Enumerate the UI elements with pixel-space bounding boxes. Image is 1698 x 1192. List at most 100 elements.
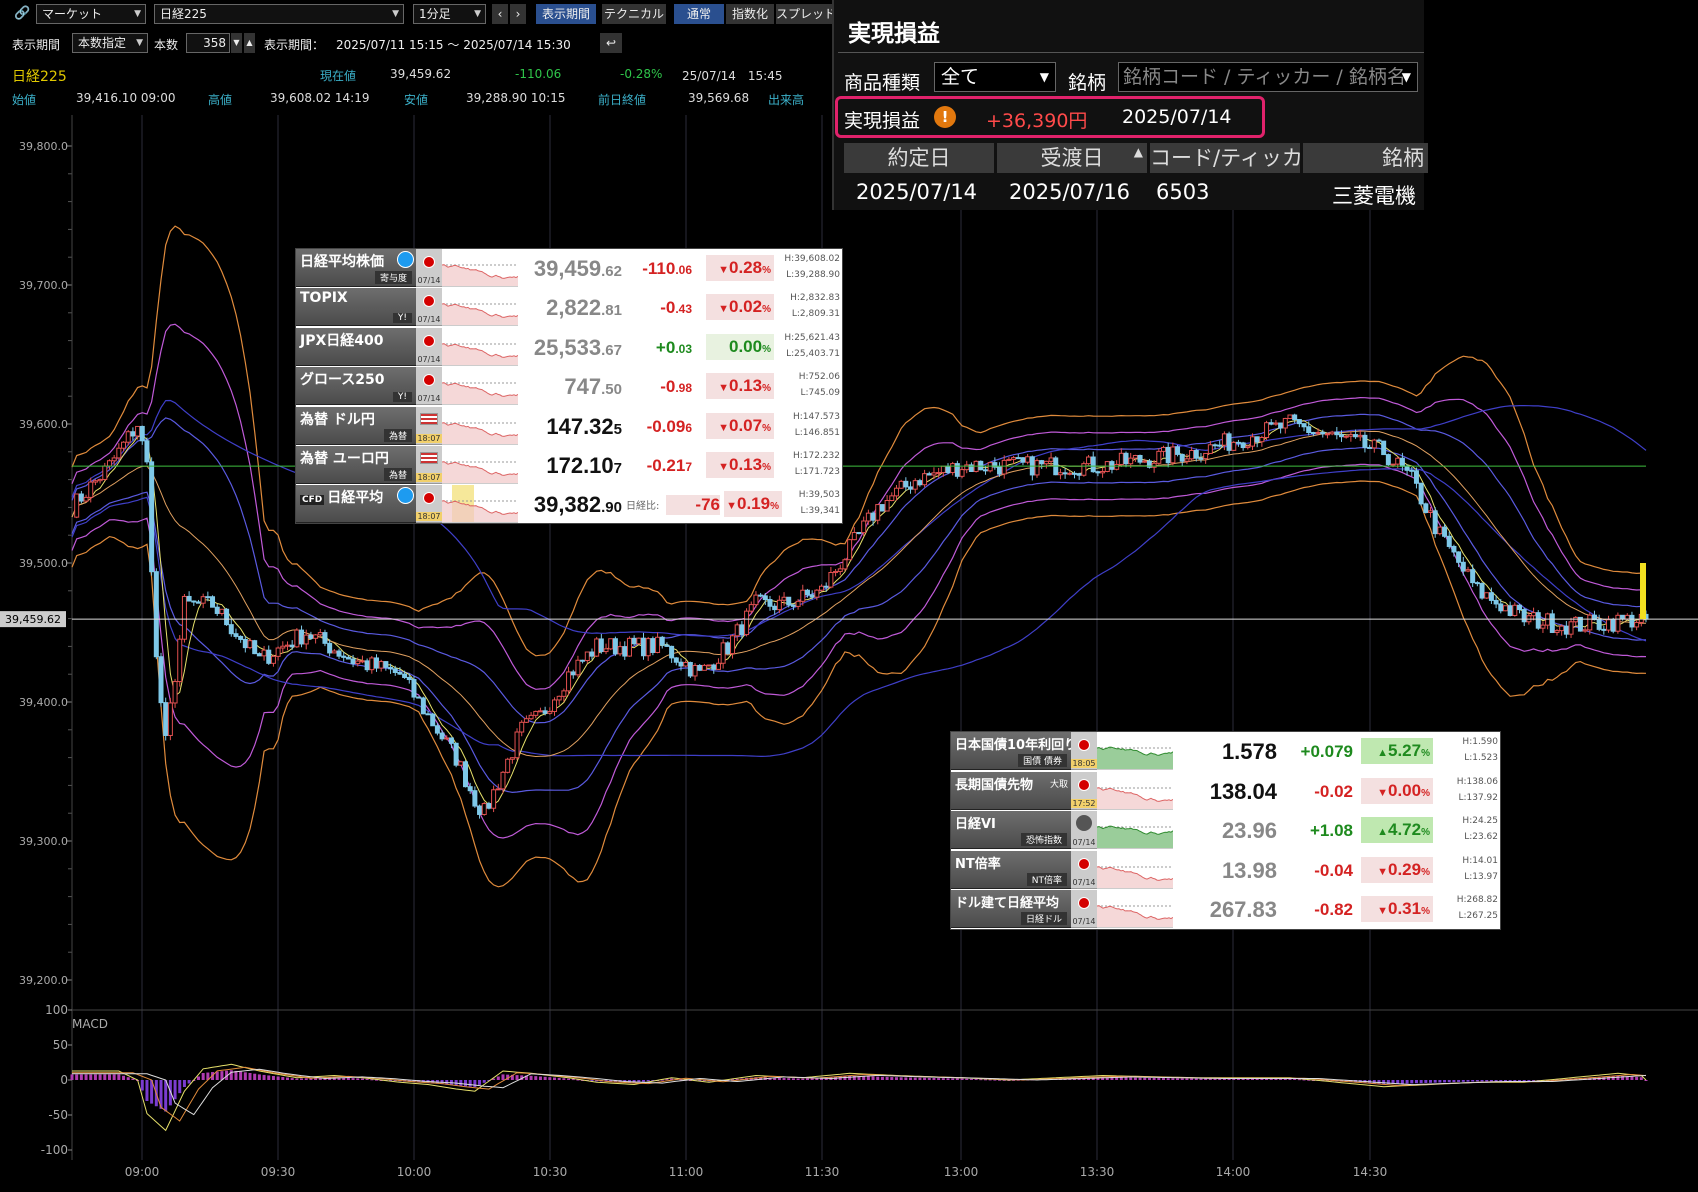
index-button[interactable]: 指数化 — [726, 4, 774, 24]
candle-body — [552, 699, 558, 713]
price-decimal: 5 — [613, 420, 622, 438]
price-chart[interactable]: 39,800.0 39,700.0 39,600.0 39,500.0 39,400.0… — [0, 110, 1698, 1192]
next-button[interactable]: › — [510, 4, 526, 24]
quote-name-cell[interactable]: 日本国債10年利回り 国債 債券 — [951, 732, 1077, 770]
candle-body — [931, 472, 937, 476]
quote-row[interactable]: 長期国債先物 大取 17:52 138.04 -0.02 ▼0.00% H:138.06 L:… — [951, 771, 1502, 810]
candle-body — [626, 637, 632, 657]
quote-source-tag[interactable]: 日経ドル — [1020, 912, 1067, 926]
pct-unit: % — [1421, 827, 1430, 839]
spread-button[interactable]: スプレッド — [776, 4, 832, 24]
quote-source-tag[interactable]: NT倍率 — [1026, 872, 1067, 886]
issue-search-input[interactable]: 銘柄コード / ティッカー / 銘柄名 ▼ — [1118, 62, 1418, 92]
quote-name-cell[interactable]: TOPIX Y! — [296, 288, 416, 327]
quote-row[interactable]: 日経平均株価 寄与度 07/14 39,459.62 -110.06 ▼0.28% H:39… — [296, 249, 844, 287]
quote-source-tag[interactable]: Y! — [392, 313, 412, 324]
candle-body — [191, 600, 197, 603]
flag-cell: 07/14 — [1071, 890, 1097, 929]
quote-name-cell[interactable]: 日経VI 恐怖指数 — [951, 811, 1071, 850]
quote-row[interactable]: 日経VI 恐怖指数 07/14 23.96 +1.08 ▲4.72% H:24.25 L:23… — [951, 811, 1502, 850]
macd-histogram-bar — [276, 1076, 280, 1080]
quote-name-cell[interactable]: グロース250 Y! — [296, 367, 416, 406]
macd-histogram-bar — [75, 1074, 79, 1080]
candle-body — [322, 632, 328, 644]
link-icon[interactable]: 🔗 — [14, 6, 30, 21]
candle-body — [945, 465, 951, 474]
quote-source-tag[interactable]: 寄与度 — [374, 271, 412, 284]
candle-body — [744, 610, 750, 636]
macd-histogram-bar — [103, 1074, 107, 1080]
quote-row[interactable]: TOPIX Y! 07/14 2,822.81 -0.43 ▼0.02% H:2,832.8… — [296, 288, 844, 327]
x-tick-label: 13:00 — [944, 1165, 979, 1179]
candle-body — [1493, 599, 1499, 605]
column-header-issue[interactable]: 銘柄 — [1303, 143, 1428, 173]
candle-body — [519, 721, 525, 733]
quote-name-cell[interactable]: JPX日経400 — [296, 327, 416, 366]
count-down-button[interactable]: ▼ — [231, 33, 242, 53]
quote-name-cell[interactable]: CFD 日経平均 — [296, 485, 416, 524]
period-mode-select[interactable]: 本数指定 ▼ — [72, 33, 148, 53]
price-main: 2,822 — [546, 295, 602, 321]
candle-body — [1250, 436, 1255, 447]
quote-name-cell[interactable]: ドル建て日経平均 日経ドル — [951, 890, 1071, 929]
symbol-select[interactable]: 日経225 ▼ — [154, 4, 404, 24]
quote-name-cell[interactable]: 為替 ドル円 為替 — [296, 406, 416, 445]
reset-icon[interactable]: ↩ — [600, 33, 622, 53]
quote-row[interactable]: JPX日経400 07/14 25,533.67 +0.03 0.00% H:25,621… — [296, 327, 844, 366]
macd-histogram-bar — [932, 1078, 936, 1080]
display-period-button[interactable]: 表示期間 — [536, 4, 596, 24]
flag-cell: 18:07 — [416, 485, 442, 524]
quote-row[interactable]: 日本国債10年利回り 国債 債券 18:05 1.578 +0.079 ▲5.27% H:1… — [951, 732, 1502, 770]
quote-source-tag[interactable]: 為替 — [383, 468, 412, 481]
macd-histogram-bar — [182, 1080, 186, 1087]
count-up-button[interactable]: ▲ — [244, 33, 255, 53]
column-header-settle-date[interactable]: 受渡日 ▲ — [997, 143, 1147, 173]
candle-body — [1343, 435, 1349, 438]
sparkline-chart — [442, 303, 518, 326]
candle-body — [172, 681, 178, 704]
quote-name-cell[interactable]: 長期国債先物 大取 — [951, 771, 1071, 810]
macd-histogram-bar — [1161, 1078, 1165, 1080]
candle-body — [1132, 454, 1138, 459]
quote-change: -0.98 — [626, 377, 692, 397]
quote-source-tag[interactable]: 為替 — [383, 428, 412, 442]
quote-name-cell[interactable]: NT倍率 NT倍率 — [951, 850, 1071, 889]
candle-body — [1048, 457, 1054, 462]
candle-body — [1531, 612, 1537, 617]
quote-name: 日経平均株価 — [300, 254, 384, 270]
sparkline-chart — [442, 461, 518, 483]
prev-button[interactable]: ‹ — [492, 4, 508, 24]
candle-body — [195, 601, 201, 604]
price-decimal: 7 — [613, 460, 622, 477]
product-type-select[interactable]: 全て ▼ — [934, 62, 1056, 92]
quote-row[interactable]: NT倍率 NT倍率 07/14 13.98 -0.04 ▼0.29% H:14.01 L:13… — [951, 850, 1502, 889]
quote-name-cell[interactable]: 日経平均株価 寄与度 — [296, 249, 416, 287]
candle-body — [303, 634, 309, 645]
candle-body — [1306, 426, 1312, 434]
pct-value: 0.00 — [729, 336, 763, 356]
candle-body — [1413, 470, 1419, 484]
quote-source-tag[interactable]: Y! — [392, 392, 412, 403]
quote-name-cell[interactable]: 為替 ユーロ円 為替 — [296, 446, 416, 484]
x-social-icon[interactable] — [397, 487, 414, 505]
quote-row[interactable]: グロース250 Y! 07/14 747.50 -0.98 ▼0.13% H:752.06 L… — [296, 367, 844, 406]
quote-row[interactable]: 為替 ドル円 為替 18:07 147.325 -0.096 ▼0.07% H:147.57… — [296, 406, 844, 445]
x-social-icon[interactable] — [397, 251, 414, 268]
quote-source-tag[interactable]: 国債 債券 — [1018, 754, 1067, 767]
candle-body — [1563, 625, 1569, 635]
macd-histogram-bar — [1400, 1080, 1404, 1084]
sparkline-chart — [442, 342, 518, 365]
quote-source-tag[interactable]: 恐怖指数 — [1020, 833, 1067, 847]
quote-row[interactable]: 為替 ユーロ円 為替 18:07 172.107 -0.217 ▼0.13% H:172.2… — [296, 446, 844, 484]
count-input[interactable]: 358 — [186, 33, 230, 53]
quote-low: L:23.62 — [1464, 832, 1498, 843]
interval-select[interactable]: 1分足 ▼ — [413, 4, 486, 24]
column-header-code[interactable]: コード/ティッカー — [1150, 143, 1300, 173]
market-select[interactable]: マーケット ▼ — [36, 4, 146, 24]
candle-body — [1114, 463, 1120, 470]
column-header-trade-date[interactable]: 約定日 — [844, 143, 994, 173]
technical-button[interactable]: テクニカル — [602, 4, 666, 24]
quote-row[interactable]: ドル建て日経平均 日経ドル 07/14 267.83 -0.82 ▼0.31% H:268.… — [951, 890, 1502, 929]
normal-button[interactable]: 通常 — [674, 4, 724, 24]
quote-row[interactable]: CFD 日経平均 18:07 39,382.90 日経比: -76 ▼0.19% H:39,5… — [296, 485, 844, 524]
